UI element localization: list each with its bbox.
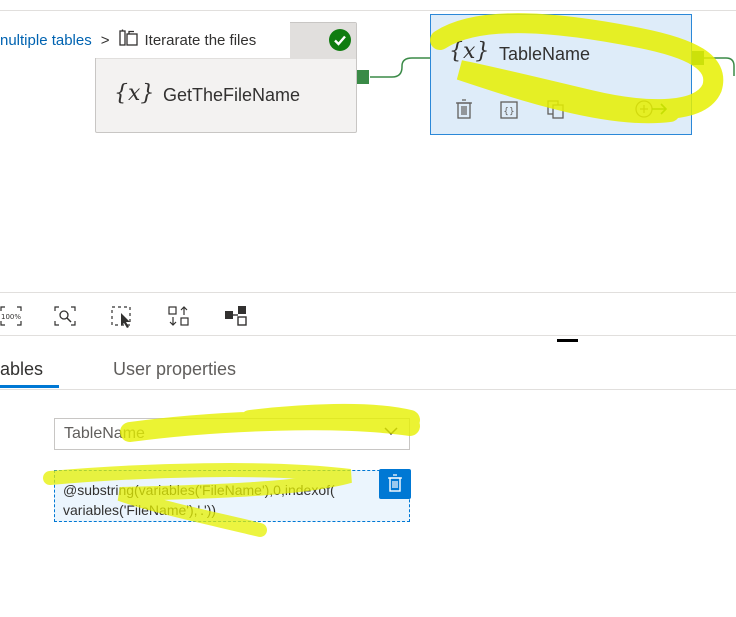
chevron-down-icon <box>383 423 399 444</box>
panel-collapse-handle[interactable] <box>557 339 578 342</box>
select-value: TableName <box>64 425 145 442</box>
breadcrumb: nultiple tables > Iterarate the files <box>0 22 290 58</box>
variable-icon: {x} <box>449 39 490 64</box>
add-output-icon[interactable] <box>634 99 670 124</box>
variable-name-select[interactable]: TableName <box>54 418 410 450</box>
auto-align-button[interactable] <box>168 305 190 332</box>
pipeline-canvas[interactable]: {x} GetTheFileName nultiple tables > Ite… <box>0 0 736 292</box>
tab-variables[interactable]: ables <box>0 359 43 380</box>
toolbar-top-divider <box>0 292 736 293</box>
active-tab-indicator <box>0 385 59 388</box>
trash-icon <box>388 474 402 492</box>
breadcrumb-current: Iterarate the files <box>144 31 257 49</box>
activity-tablename[interactable]: {x} TableName {} <box>430 14 692 135</box>
zoom-to-fit-button[interactable] <box>54 306 76 331</box>
zoom-100-button[interactable]: 100% <box>0 306 22 331</box>
tab-user-properties[interactable]: User properties <box>113 359 236 380</box>
dependency-view-button[interactable] <box>225 306 247 331</box>
activity-name: TableName <box>499 44 591 64</box>
success-check-icon <box>329 29 351 51</box>
variable-icon: {x} <box>114 81 155 106</box>
delete-icon[interactable] <box>455 99 473 124</box>
breadcrumb-parent-link[interactable]: nultiple tables <box>0 32 92 49</box>
output-port[interactable] <box>357 70 369 84</box>
zoom-label: 100% <box>1 313 21 321</box>
svg-text:{}: {} <box>503 107 514 117</box>
output-port[interactable] <box>692 51 704 65</box>
select-mode-button[interactable] <box>111 306 135 333</box>
value-expression-field[interactable]: @substring(variables('FileName'),0,index… <box>54 470 410 522</box>
code-icon[interactable]: {} <box>500 101 518 124</box>
breadcrumb-separator: > <box>100 31 110 49</box>
copy-icon[interactable] <box>546 99 566 124</box>
delete-expression-button[interactable] <box>379 469 411 499</box>
expression-text: @substring(variables('FileName'),0,index… <box>63 482 335 518</box>
toolbar-bottom-divider <box>0 335 736 336</box>
activity-name: GetTheFileName <box>163 85 301 105</box>
foreach-icon <box>118 29 139 51</box>
tabs-divider <box>0 389 736 390</box>
